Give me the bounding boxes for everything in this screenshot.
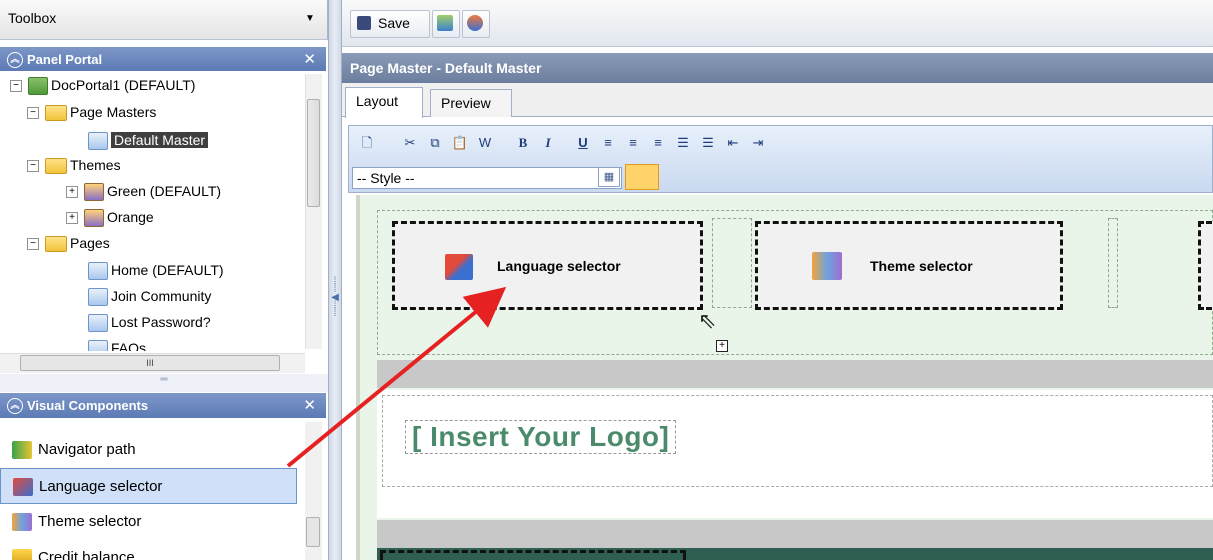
red-arrow <box>286 286 507 468</box>
